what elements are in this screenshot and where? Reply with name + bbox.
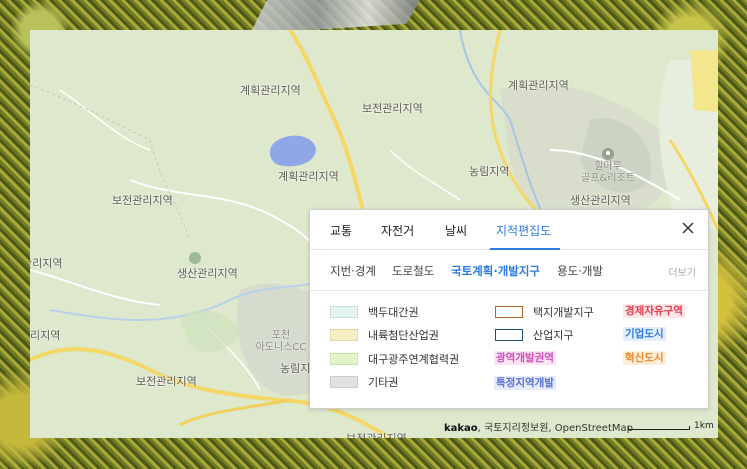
legend-label: 내륙첨단산업권 <box>368 329 439 342</box>
region-label: 보전관리지역 <box>136 375 197 388</box>
region-label: 보전관리지역 <box>112 194 173 207</box>
poi-pin-icon <box>602 148 614 160</box>
legend-tag: 특정지역개발 <box>494 376 556 390</box>
poi-pin-icon <box>189 252 201 264</box>
poi-subname: 아도니스CC <box>255 342 307 353</box>
poi-name: 힐마루 <box>594 161 622 172</box>
map-attribution: kakao, 국토지리정보원, OpenStreetMap <box>444 419 633 434</box>
legend-outline-swatch <box>495 306 523 318</box>
subtab-road-railway[interactable]: 도로철도 <box>392 263 434 279</box>
close-icon[interactable] <box>680 220 696 236</box>
legend-swatch <box>330 306 358 318</box>
map-scale: 1km <box>628 418 718 432</box>
subtab-use-development[interactable]: 용도·개발 <box>557 263 603 279</box>
legend-tag: 혁신도시 <box>623 351 666 365</box>
map-marker[interactable] <box>180 252 210 264</box>
tab-traffic[interactable]: 교통 <box>330 222 352 239</box>
map-layer-panel: 교통 자전거 날씨 지적편집도 지번·경계 도로철도 국토계획·개발지구 용도·… <box>309 209 709 409</box>
legend-label: 택지개발지구 <box>533 306 594 319</box>
tab-cadastral-map[interactable]: 지적편집도 <box>496 222 551 239</box>
region-label: 리지역 <box>30 329 61 342</box>
region-label: 보전관리지역 <box>346 430 407 438</box>
scale-bar <box>628 426 690 430</box>
park-poi[interactable]: 포천 아도니스CC <box>246 330 316 354</box>
tab-weather[interactable]: 날씨 <box>445 222 467 239</box>
region-label: 생산관리지역 <box>570 194 631 207</box>
legend-swatch <box>330 353 358 365</box>
region-label: 농림지역 <box>469 165 510 178</box>
tab-bicycle[interactable]: 자전거 <box>381 222 414 239</box>
legend-label: 대구광주연계협력권 <box>368 353 460 366</box>
legend-label: 기타권 <box>368 376 399 389</box>
region-label: 보전관리지역 <box>362 102 423 115</box>
more-button[interactable]: 더보기 <box>668 264 696 279</box>
layer-tabs: 교통 자전거 날씨 지적편집도 <box>310 210 708 250</box>
legend-swatch <box>330 376 358 388</box>
poi-name: 포천 <box>271 330 291 341</box>
region-label: 농림지 <box>280 362 311 375</box>
active-tab-indicator <box>490 248 560 250</box>
legend-outline-swatch <box>495 329 523 341</box>
poi-subname: 골프&리조트 <box>581 173 635 184</box>
subtab-national-plan[interactable]: 국토계획·개발지구 <box>451 263 540 279</box>
legend-tag: 기업도시 <box>623 327 666 341</box>
legend-label: 백두대간권 <box>368 306 419 319</box>
legend-swatch <box>330 329 358 341</box>
scale-label: 1km <box>694 421 714 431</box>
kakao-logo: kakao <box>444 423 478 434</box>
layer-subtabs: 지번·경계 도로철도 국토계획·개발지구 용도·개발 더보기 <box>310 251 708 291</box>
region-label: 계획관리지역 <box>240 84 301 97</box>
attribution-text: , 국토지리정보원, OpenStreetMap <box>477 423 633 434</box>
legend-label: 산업지구 <box>533 329 574 342</box>
golf-resort-poi[interactable]: 힐마루 골프&리조트 <box>578 148 638 185</box>
region-label: 계획관리지역 <box>508 79 569 92</box>
legend-tag: 광역개발권역 <box>494 351 556 365</box>
legend-tag: 경제자유구역 <box>623 304 685 318</box>
subtab-lot-boundary[interactable]: 지번·경계 <box>330 263 376 279</box>
region-label: 관리지역 <box>30 257 63 270</box>
region-label: 계획관리지역 <box>278 170 339 183</box>
region-label: 생산관리지역 <box>177 267 238 280</box>
